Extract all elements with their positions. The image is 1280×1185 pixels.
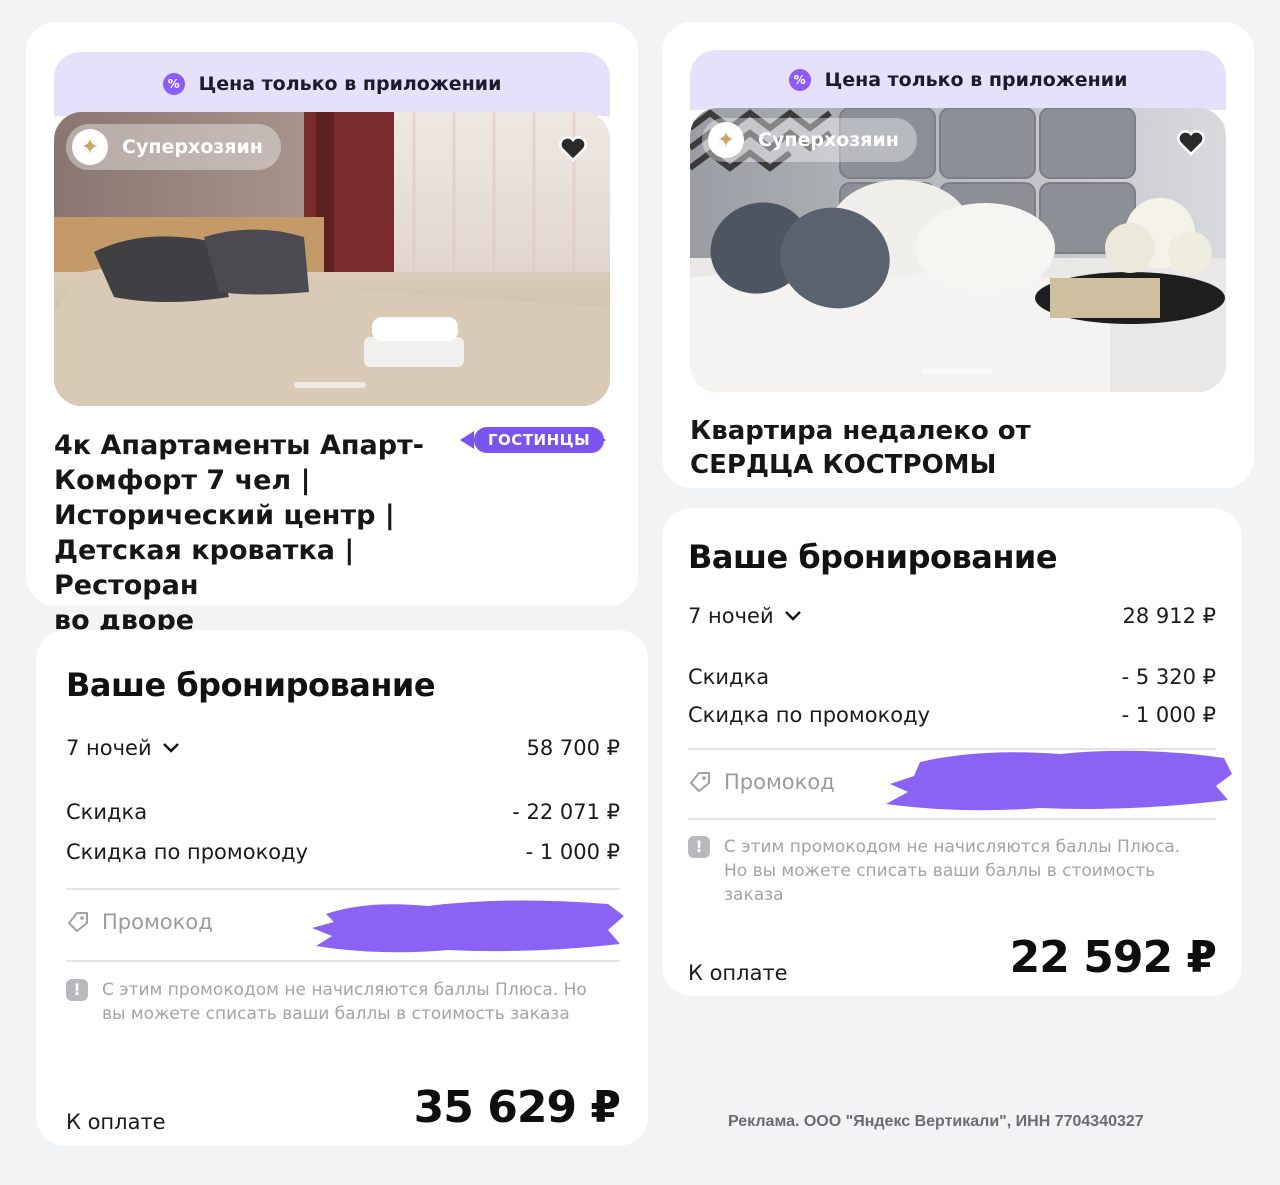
promo-discount-value: - 1 000 ₽ bbox=[1121, 703, 1216, 727]
warning-icon: ! bbox=[688, 836, 710, 858]
divider bbox=[66, 888, 620, 890]
tag-ribbon-left bbox=[460, 431, 474, 449]
plus-points-note: ! С этим промокодом не начисляются баллы… bbox=[66, 978, 606, 1026]
note-text: С этим промокодом не начисляются баллы П… bbox=[724, 837, 1181, 905]
chevron-down-icon bbox=[784, 611, 801, 621]
title-line: Квартира недалеко от bbox=[690, 416, 1031, 446]
divider bbox=[688, 818, 1216, 820]
nights-row: 7 ночей 28 912 ₽ bbox=[688, 604, 1216, 628]
listing-card-1[interactable]: % Цена только в приложении ✦ Суперхозяин… bbox=[26, 22, 638, 636]
nights-selector[interactable]: 7 ночей bbox=[688, 604, 802, 628]
booking-card-2: Ваше бронирование 7 ночей 28 912 ₽ Скидк… bbox=[662, 508, 1242, 996]
chevron-down-icon bbox=[162, 743, 179, 753]
promo-code-field[interactable]: Промокод bbox=[66, 910, 213, 934]
listing-title[interactable]: 4к Апартаменты Апарт- Комфорт 7 чел | Ис… bbox=[54, 428, 464, 638]
listing-photo[interactable]: ✦ Суперхозяин bbox=[690, 108, 1226, 392]
nights-price: 28 912 ₽ bbox=[1122, 604, 1216, 628]
star-badge-icon: ✦ bbox=[72, 129, 108, 165]
note-text: С этим промокодом не начисляются баллы П… bbox=[102, 980, 587, 1024]
photo-pager bbox=[294, 382, 366, 388]
banner-text: Цена только в приложении bbox=[824, 69, 1128, 91]
app-only-price-banner: % Цена только в приложении bbox=[54, 52, 610, 116]
listing-title[interactable]: Квартира недалеко от СЕРДЦА КОСТРОМЫ bbox=[690, 414, 1210, 482]
star-badge-icon: ✦ bbox=[708, 122, 744, 158]
pay-label: К оплате bbox=[688, 961, 788, 985]
app-only-price-banner: % Цена только в приложении bbox=[690, 50, 1226, 110]
heart-icon[interactable] bbox=[1174, 126, 1208, 160]
superhost-badge: ✦ Суперхозяин bbox=[66, 124, 281, 170]
heart-icon[interactable] bbox=[556, 132, 590, 166]
redacted-promo-code bbox=[886, 750, 1232, 811]
title-line: Детская кроватка | Ресторан bbox=[54, 535, 355, 601]
title-line: 4к Апартаменты Апарт- bbox=[54, 430, 424, 461]
superhost-badge: ✦ Суперхозяин bbox=[702, 118, 917, 162]
redacted-promo-code bbox=[312, 900, 624, 953]
promo-discount-value: - 1 000 ₽ bbox=[525, 840, 620, 864]
discount-row: Скидка - 5 320 ₽ bbox=[688, 665, 1216, 689]
promo-discount-label: Скидка по промокоду bbox=[688, 703, 931, 727]
nights-row: 7 ночей 58 700 ₽ bbox=[66, 736, 620, 760]
warning-icon: ! bbox=[66, 979, 88, 1001]
nights-price: 58 700 ₽ bbox=[526, 736, 620, 760]
superhost-label: Суперхозяин bbox=[122, 136, 263, 158]
ad-disclaimer: Реклама. ООО "Яндекс Вертикали", ИНН 770… bbox=[728, 1113, 1144, 1130]
percent-icon: % bbox=[788, 69, 811, 91]
discount-label: Скидка bbox=[66, 800, 148, 824]
superhost-label: Суперхозяин bbox=[758, 129, 899, 151]
tag-ribbon-right bbox=[592, 431, 606, 449]
promo-placeholder: Промокод bbox=[724, 770, 835, 794]
listing-photo[interactable]: ✦ Суперхозяин bbox=[54, 112, 610, 406]
discount-row: Скидка - 22 071 ₽ bbox=[66, 800, 620, 824]
listing-card-2[interactable]: % Цена только в приложении ✦ Суперхозяин… bbox=[662, 22, 1254, 488]
hotels-tag: ГОСТИНЦЫ bbox=[474, 427, 605, 453]
pay-total: 22 592 ₽ bbox=[1009, 932, 1217, 983]
divider bbox=[66, 960, 620, 962]
pay-total: 35 629 ₽ bbox=[413, 1082, 621, 1133]
discount-label: Скидка bbox=[688, 665, 770, 689]
booking-heading: Ваше бронирование bbox=[66, 666, 436, 704]
title-line: Исторический центр | bbox=[54, 500, 395, 531]
tag-icon bbox=[68, 912, 88, 932]
title-line: СЕРДЦА КОСТРОМЫ bbox=[690, 450, 997, 480]
discount-value: - 5 320 ₽ bbox=[1121, 665, 1216, 689]
nights-selector[interactable]: 7 ночей bbox=[66, 736, 180, 760]
discount-value: - 22 071 ₽ bbox=[512, 800, 620, 824]
title-line: Комфорт 7 чел | bbox=[54, 465, 311, 496]
nights-label: 7 ночей bbox=[66, 736, 152, 760]
nights-label: 7 ночей bbox=[688, 604, 774, 628]
booking-heading: Ваше бронирование bbox=[688, 538, 1058, 576]
plus-points-note: ! С этим промокодом не начисляются баллы… bbox=[688, 835, 1208, 907]
promo-code-field[interactable]: Промокод bbox=[688, 770, 835, 794]
promo-placeholder: Промокод bbox=[102, 910, 213, 934]
photo-pager bbox=[922, 368, 992, 374]
banner-text: Цена только в приложении bbox=[198, 73, 502, 95]
booking-card-1: Ваше бронирование 7 ночей 58 700 ₽ Скидк… bbox=[36, 630, 648, 1146]
promo-discount-row: Скидка по промокоду - 1 000 ₽ bbox=[688, 703, 1216, 727]
percent-icon: % bbox=[162, 73, 185, 95]
tag-icon bbox=[690, 772, 710, 792]
promo-discount-row: Скидка по промокоду - 1 000 ₽ bbox=[66, 840, 620, 864]
promo-discount-label: Скидка по промокоду bbox=[66, 840, 309, 864]
pay-label: К оплате bbox=[66, 1110, 166, 1134]
